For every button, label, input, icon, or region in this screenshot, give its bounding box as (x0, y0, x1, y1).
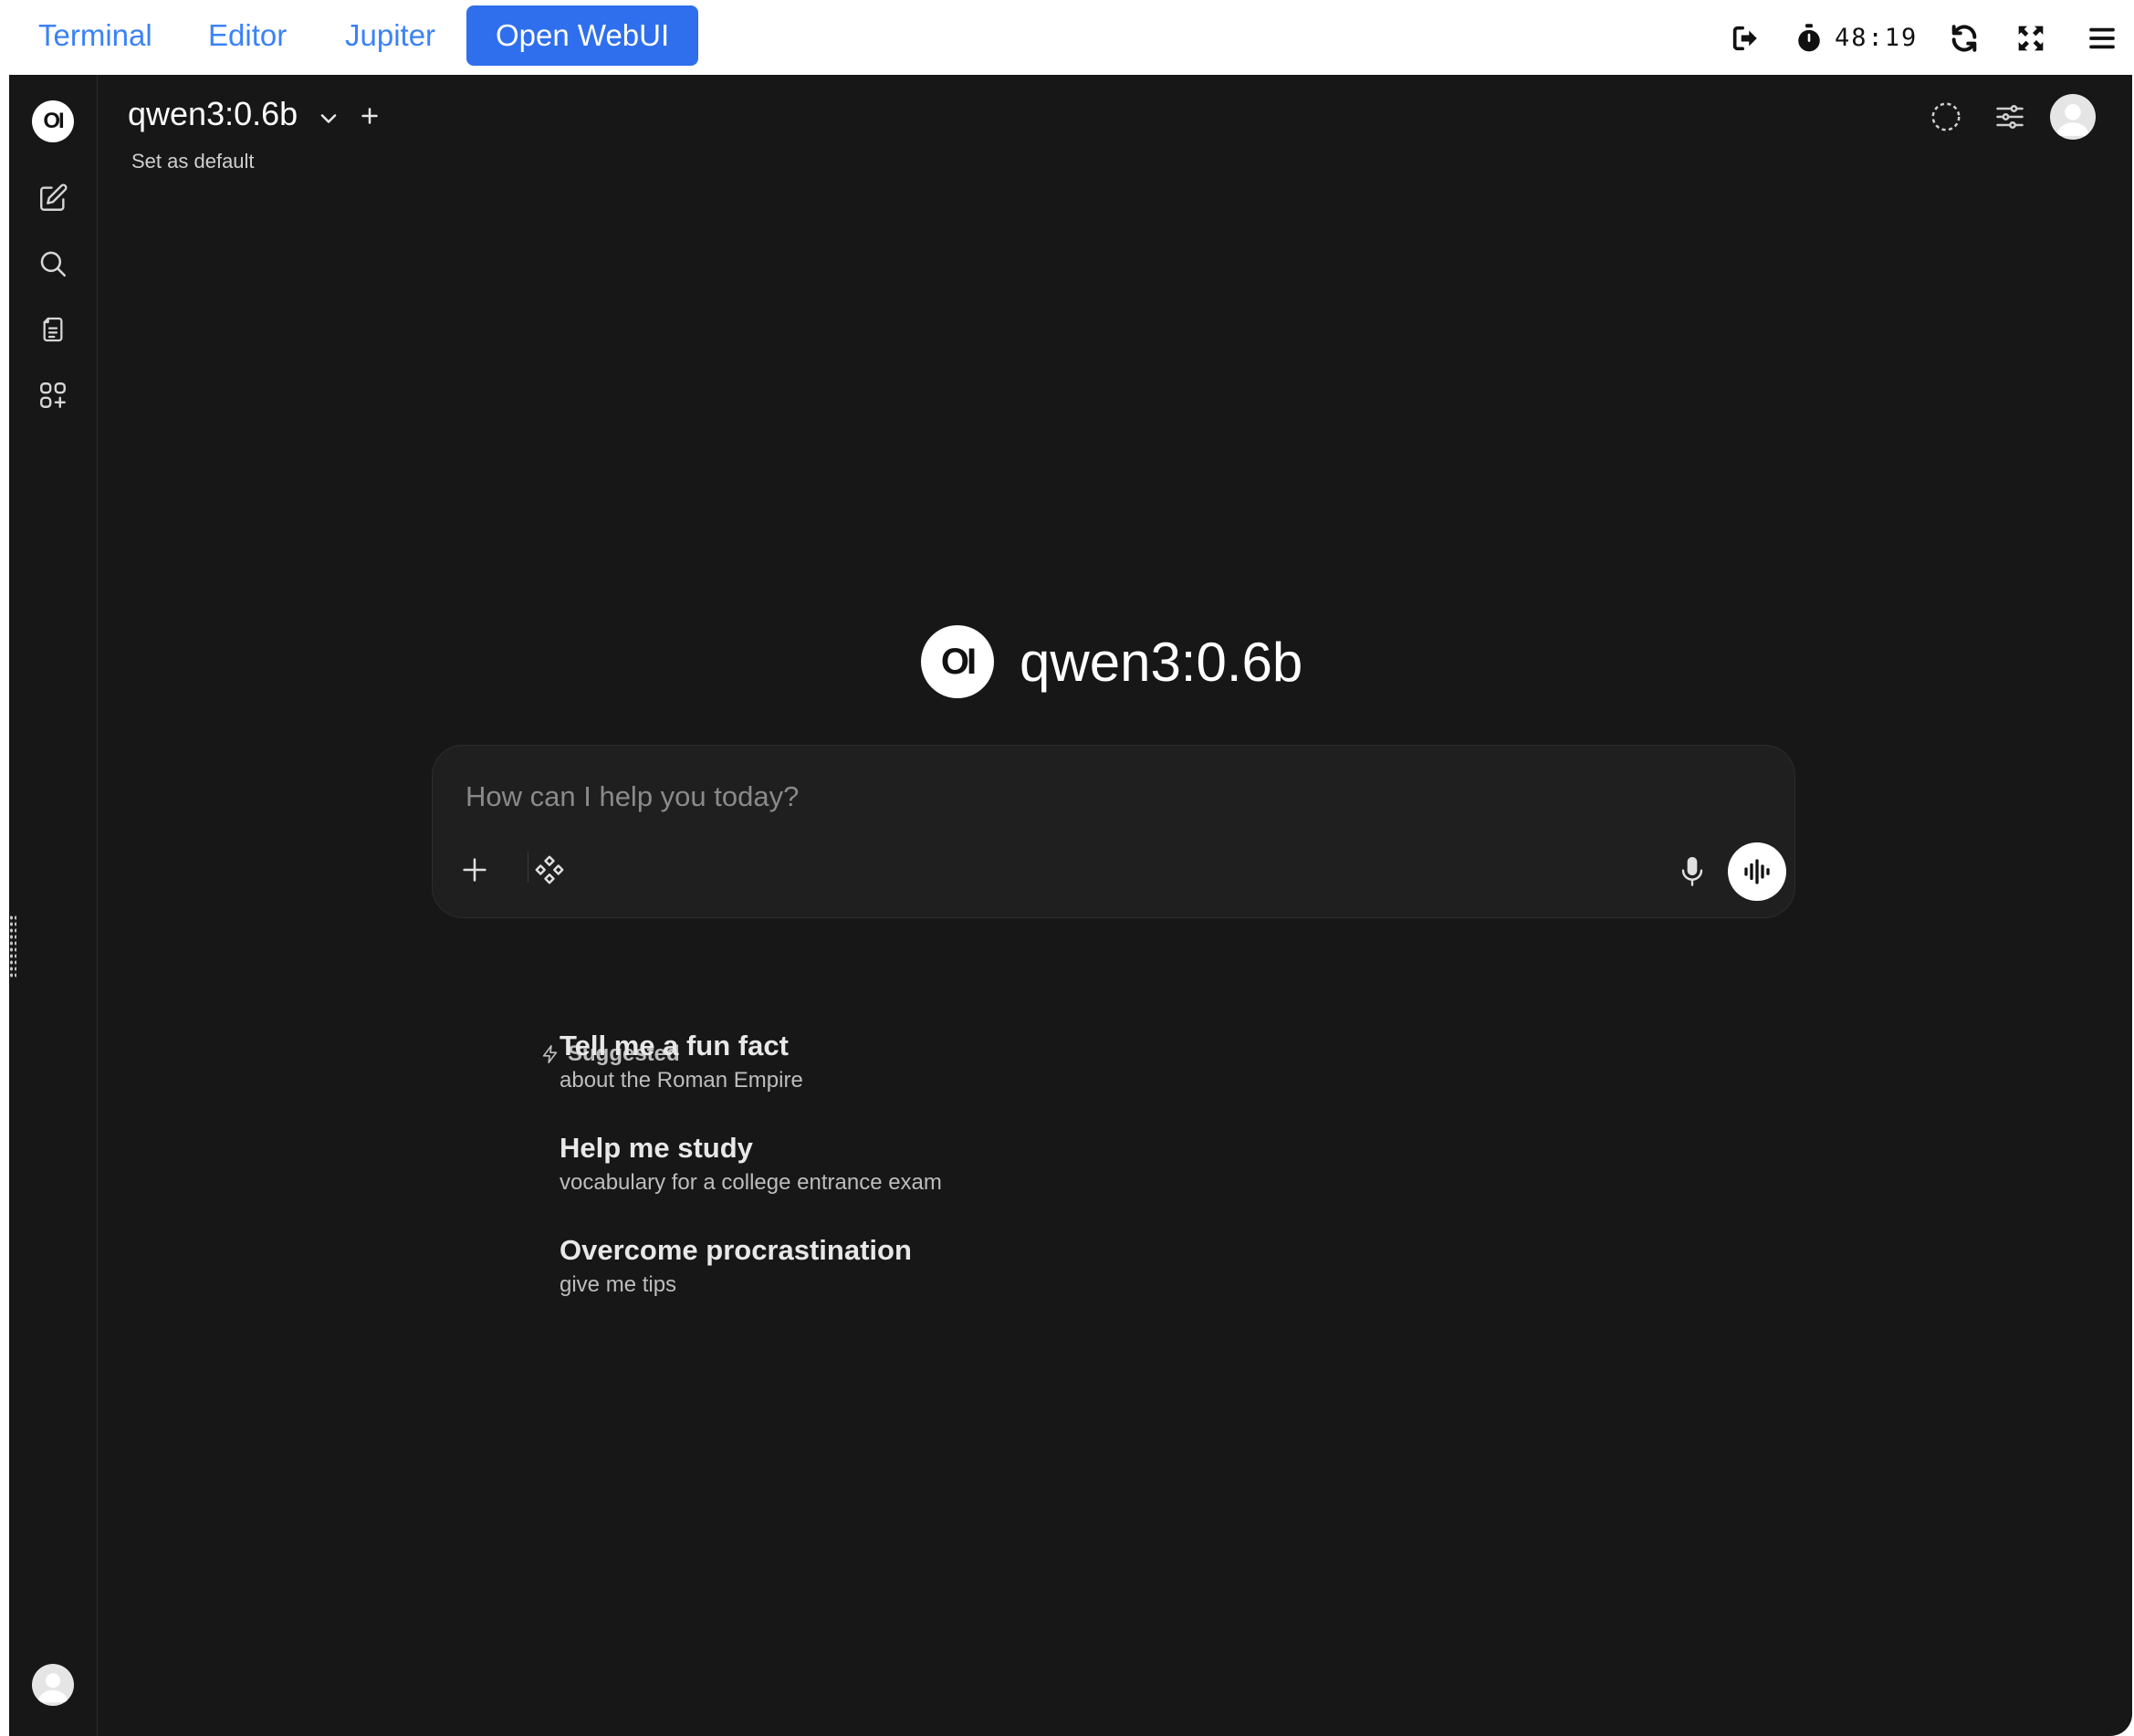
hero-model-title: qwen3:0.6b (1020, 631, 1303, 693)
user-avatar (2050, 94, 2096, 140)
header-user-avatar[interactable] (2050, 94, 2096, 140)
suggestion-title: Help me study (560, 1132, 753, 1164)
add-model-icon[interactable] (356, 102, 383, 130)
suggestion-help-study[interactable]: Help me study vocabulary for a college e… (560, 1130, 1198, 1197)
controls-icon[interactable] (1992, 99, 2028, 135)
hero: OI qwen3:0.6b (921, 624, 1302, 699)
lightning-icon (542, 1045, 558, 1063)
attach-button[interactable] (453, 848, 497, 892)
suggestion-subtitle: give me tips (560, 1272, 677, 1297)
suggestion-subtitle: vocabulary for a college entrance exam (560, 1170, 942, 1195)
suggestion-subtitle: about the Roman Empire (560, 1068, 803, 1093)
suggestion-fun-fact[interactable]: Tell me a fun fact about the Roman Empir… (560, 1028, 1198, 1095)
temporary-chat-icon[interactable] (1928, 99, 1964, 135)
chat-composer (432, 745, 1795, 918)
microphone-icon[interactable] (1670, 850, 1714, 894)
menu-icon[interactable] (2084, 20, 2120, 57)
tab-open-webui[interactable]: Open WebUI (466, 5, 699, 66)
sidebar-logo-button[interactable]: OI (32, 100, 74, 142)
open-webui-logo: OI (32, 100, 74, 142)
voice-mode-button[interactable] (1728, 842, 1786, 901)
fullscreen-icon[interactable] (2013, 20, 2049, 57)
suggestion-title: Tell me a fun fact (560, 1030, 789, 1061)
model-logo: OI (921, 625, 994, 698)
integrations-icon[interactable] (528, 848, 571, 892)
suggestion-title: Overcome procrastination (560, 1234, 912, 1266)
search-icon[interactable] (32, 243, 74, 285)
tab-terminal[interactable]: Terminal (9, 5, 182, 66)
workspace-icon[interactable] (32, 374, 74, 416)
chevron-down-icon[interactable] (316, 106, 341, 131)
notes-icon[interactable] (32, 309, 74, 350)
model-selector[interactable]: qwen3:0.6b (128, 95, 298, 133)
suggestion-procrastination[interactable]: Overcome procrastination give me tips (560, 1232, 1198, 1300)
top-bar: Terminal Editor Jupiter Open WebUI 48:19 (0, 0, 2134, 75)
session-timer: 48:19 (1835, 24, 1919, 52)
tab-jupiter[interactable]: Jupiter (316, 5, 465, 66)
sidebar-user-avatar[interactable] (32, 1664, 74, 1706)
new-chat-icon[interactable] (32, 177, 74, 219)
open-webui-app: OI qwen3:0.6b Set as default OI qwen3:0.… (9, 75, 2132, 1736)
stopwatch-icon (1791, 20, 1827, 57)
sign-out-icon[interactable] (1727, 20, 1763, 57)
refresh-icon[interactable] (1946, 20, 1982, 57)
set-as-default-link[interactable]: Set as default (131, 150, 255, 173)
waveform-icon (1744, 859, 1770, 884)
tab-editor[interactable]: Editor (179, 5, 316, 66)
user-avatar (32, 1664, 74, 1706)
chat-input[interactable] (466, 777, 1652, 817)
sidebar: OI (9, 75, 98, 1736)
